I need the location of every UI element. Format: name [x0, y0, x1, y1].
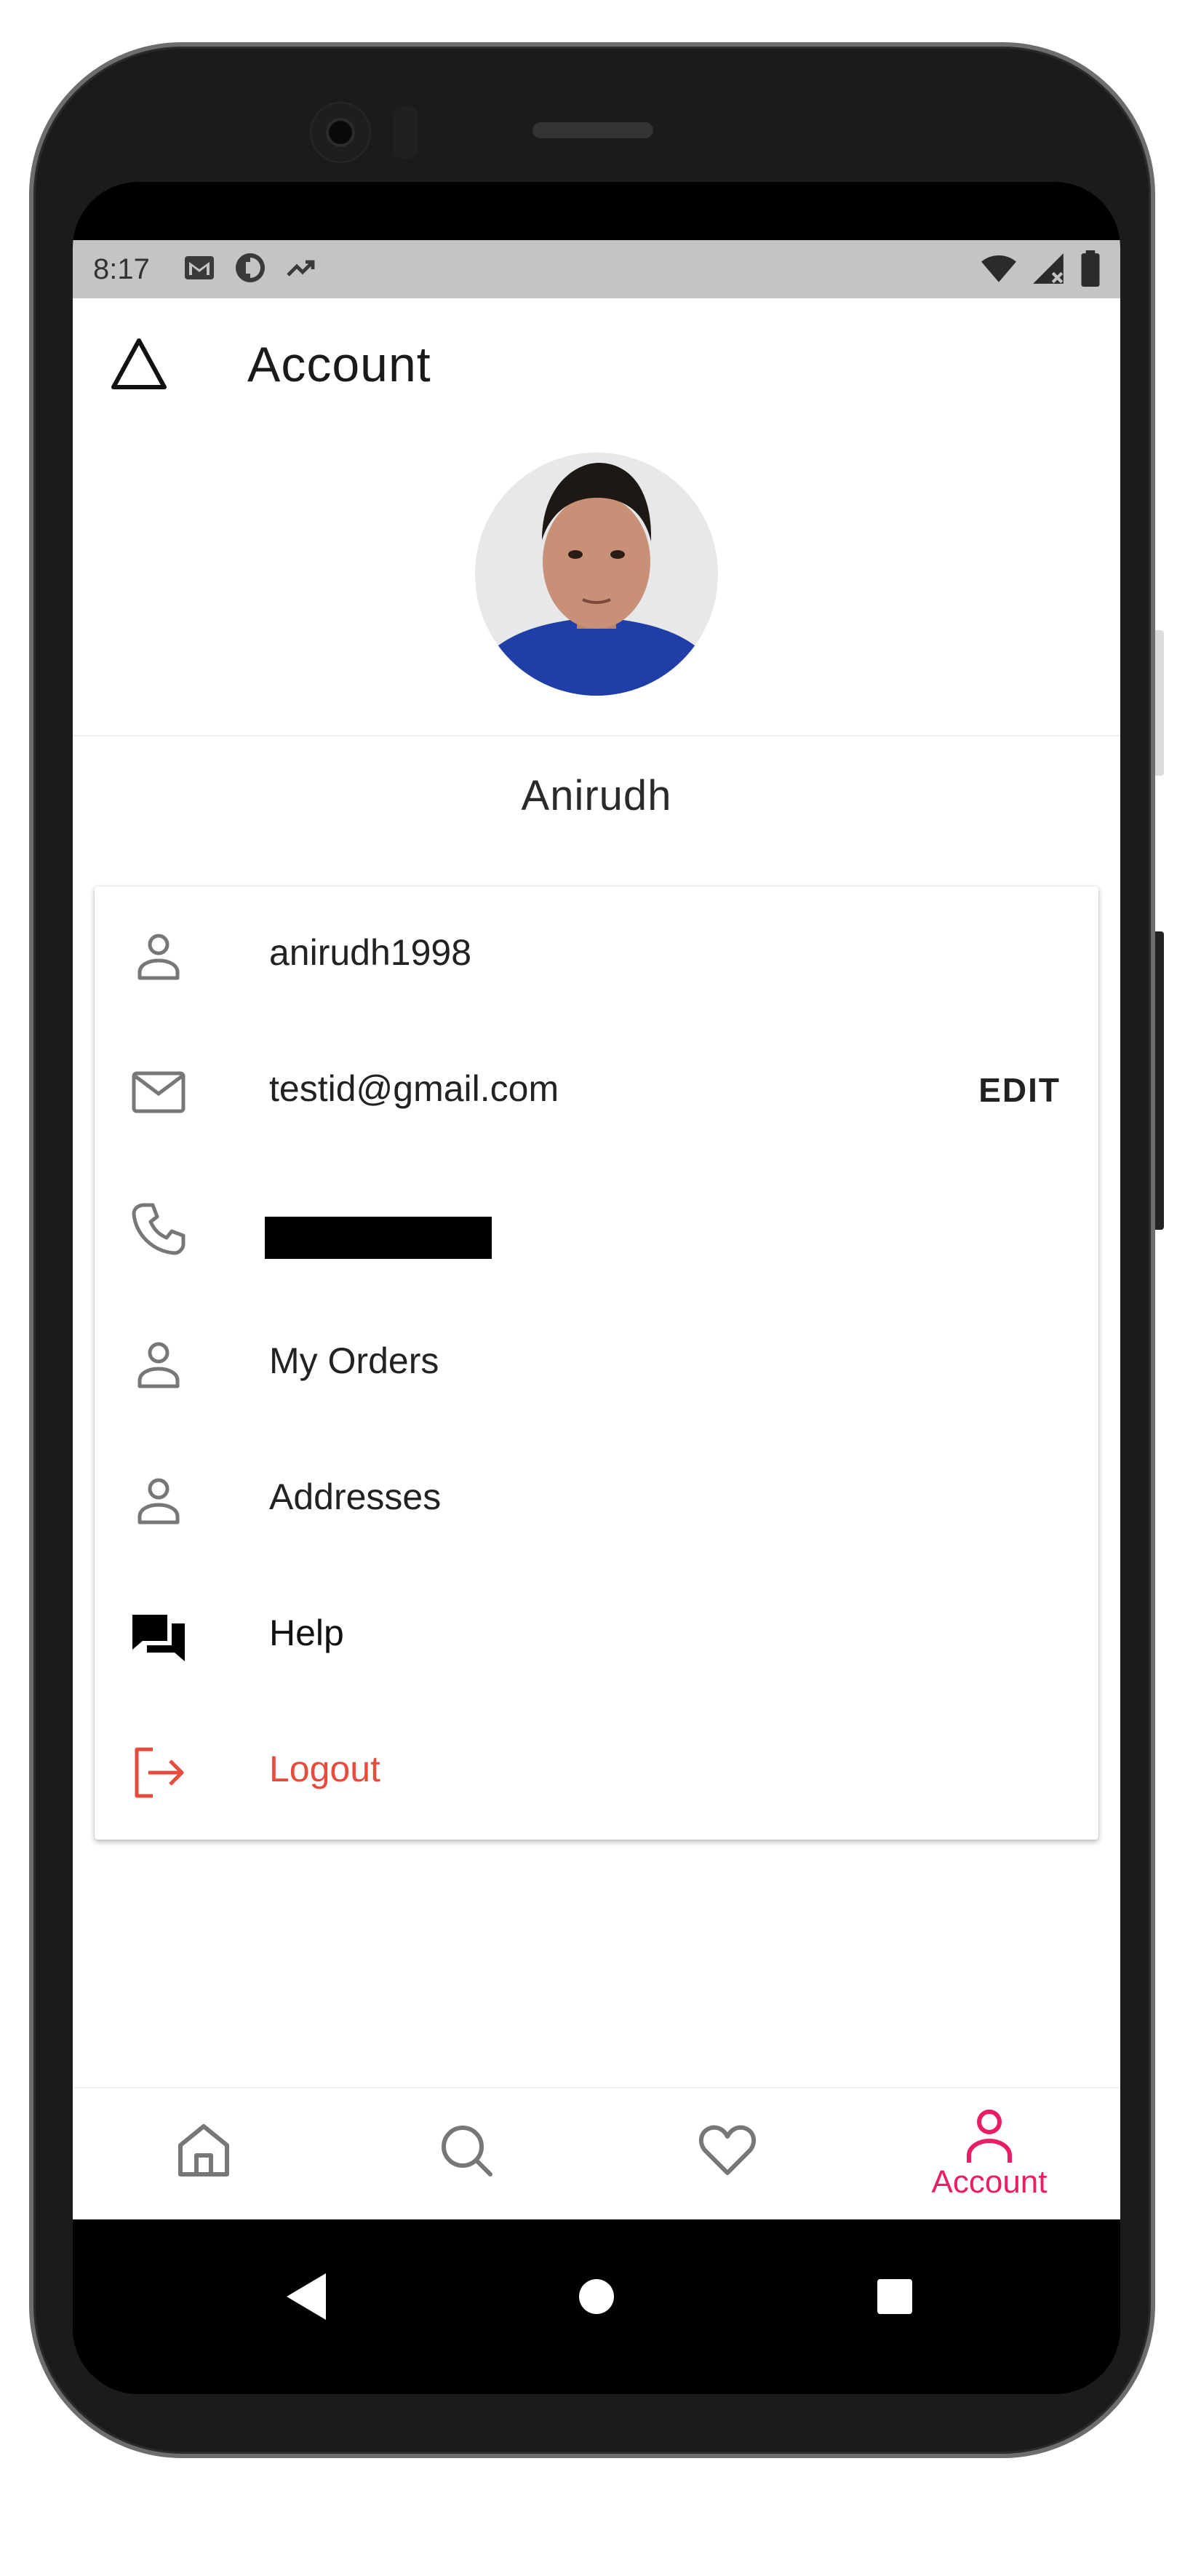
data-saver-icon — [236, 253, 265, 282]
divider — [73, 735, 1120, 736]
redacted-phone-number — [265, 1217, 492, 1259]
menu-item-label: My Orders — [269, 1340, 439, 1381]
earpiece-speaker — [532, 122, 653, 138]
notification-icons — [182, 250, 319, 285]
cell-signal-icon — [1033, 253, 1064, 284]
wifi-icon — [981, 255, 1016, 282]
system-navigation-bar — [73, 2219, 1120, 2394]
trending-icon — [287, 260, 315, 277]
back-icon[interactable] — [284, 2272, 327, 2321]
home-icon — [178, 2124, 229, 2177]
system-icons — [981, 250, 1101, 287]
nav-account[interactable]: Account — [858, 2088, 1120, 2221]
menu-item-logout[interactable]: Logout — [95, 1703, 1098, 1839]
nav-label-account: Account — [931, 2164, 1048, 2200]
menu-item-label: Addresses — [269, 1476, 442, 1517]
logout-icon — [135, 1747, 184, 1798]
home-button[interactable] — [579, 2279, 614, 2314]
triangle-icon[interactable] — [109, 336, 169, 391]
profile-name: Anirudh — [521, 772, 672, 819]
volume-button — [1155, 931, 1164, 1230]
chat-icon — [132, 1615, 185, 1661]
heart-icon — [698, 2125, 757, 2175]
menu-item-phone[interactable] — [95, 1158, 1098, 1295]
nav-wishlist[interactable] — [596, 2088, 858, 2221]
avatar[interactable] — [475, 453, 718, 696]
account-screen: Account Anirudh anirudh1998 testid@gmail… — [73, 298, 1120, 2221]
status-bar: 8:17 — [73, 240, 1120, 298]
menu-item-my-orders[interactable]: My Orders — [95, 1295, 1098, 1431]
account-icon — [967, 2110, 1012, 2163]
menu-item-email[interactable]: testid@gmail.com EDIT — [95, 1022, 1098, 1158]
recents-button[interactable] — [877, 2279, 912, 2314]
bottom-navigation: Account — [73, 2087, 1120, 2221]
menu-item-label: Logout — [269, 1749, 380, 1789]
front-camera — [311, 103, 370, 162]
person-icon — [137, 934, 180, 980]
nav-search[interactable] — [335, 2088, 596, 2221]
screen: 8:17 Account Anirudh anirudh1998 testid@… — [73, 182, 1120, 2394]
gmail-icon — [185, 256, 214, 279]
status-time: 8:17 — [93, 253, 150, 285]
mail-icon — [132, 1071, 185, 1113]
menu-item-username[interactable]: anirudh1998 — [95, 886, 1098, 1022]
menu-item-label: testid@gmail.com — [269, 1068, 559, 1109]
menu-item-label: anirudh1998 — [269, 932, 472, 973]
nav-home[interactable] — [73, 2088, 335, 2221]
edit-button[interactable]: EDIT — [978, 1070, 1061, 1110]
menu-item-addresses[interactable]: Addresses — [95, 1431, 1098, 1567]
search-icon — [442, 2126, 492, 2177]
menu-item-help[interactable]: Help — [95, 1567, 1098, 1703]
person-icon — [137, 1478, 180, 1524]
power-button — [1155, 630, 1164, 776]
menu-item-label: Help — [269, 1613, 344, 1653]
proximity-sensor — [393, 106, 418, 159]
account-menu-card: anirudh1998 testid@gmail.com EDIT My Ord… — [95, 886, 1098, 1840]
phone-icon — [132, 1203, 185, 1255]
app-bar: Account — [73, 298, 1120, 437]
battery-icon — [1081, 250, 1100, 287]
page-title: Account — [247, 337, 431, 392]
person-icon — [137, 1342, 180, 1388]
profile-photo — [475, 453, 718, 696]
